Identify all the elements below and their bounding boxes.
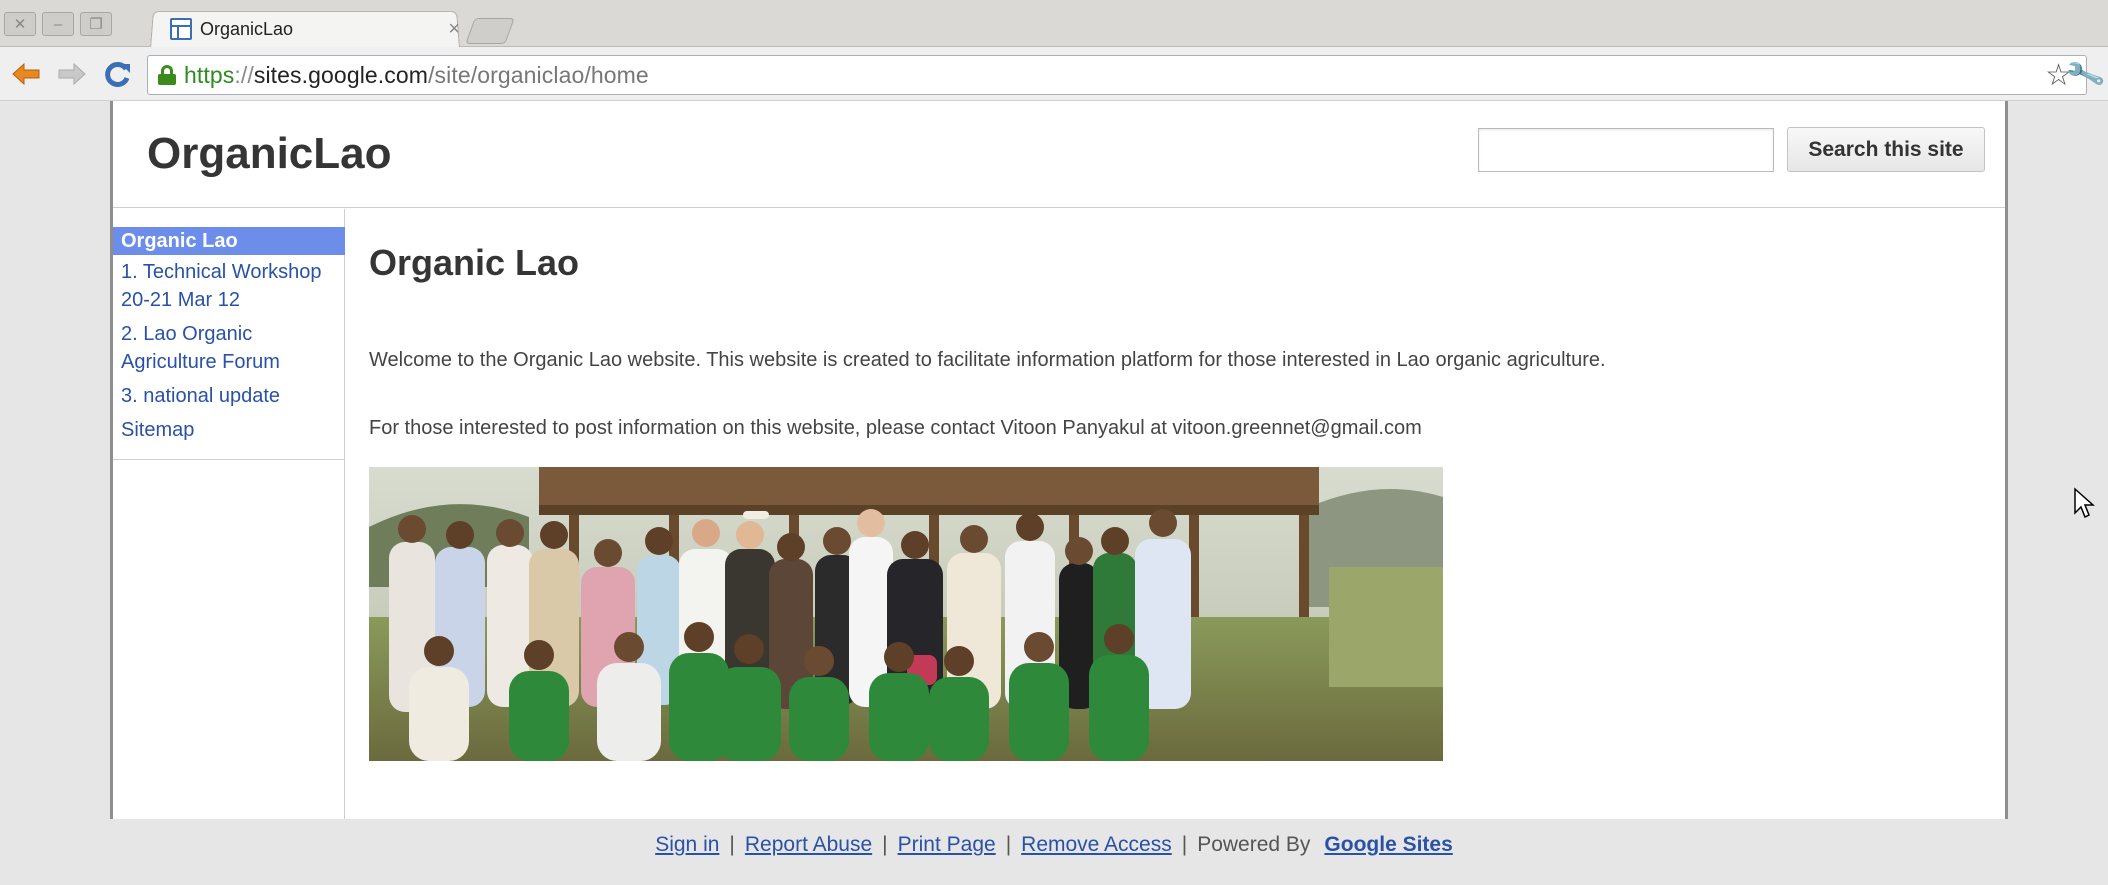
sidebar-nav: Organic Lao 1. Technical Workshop 20-21 … xyxy=(113,227,345,460)
browser-tab-content[interactable]: OrganicLao × xyxy=(170,13,460,45)
sidebar-item-national-update[interactable]: 3. national update xyxy=(113,379,345,413)
footer-separator: | xyxy=(729,833,735,856)
mouse-cursor-icon xyxy=(2073,487,2095,524)
tab-strip: ✕ – ❐ OrganicLao × xyxy=(0,0,2108,48)
footer-separator: | xyxy=(1005,833,1012,856)
sidebar-item-sitemap[interactable]: Sitemap xyxy=(113,413,345,447)
site-header: OrganicLao Search this site xyxy=(113,101,2005,208)
sites-favicon-icon xyxy=(170,18,192,40)
sidebar-item-lao-organic-forum[interactable]: 2. Lao Organic Agriculture Forum xyxy=(113,317,345,379)
reload-icon[interactable] xyxy=(100,57,136,91)
search-input[interactable] xyxy=(1478,128,1774,172)
group-photo xyxy=(369,467,1443,761)
sign-in-link[interactable]: Sign in xyxy=(655,833,719,857)
site-title[interactable]: OrganicLao xyxy=(147,129,392,179)
search-button[interactable]: Search this site xyxy=(1787,127,1985,172)
window-restore-icon[interactable]: ❐ xyxy=(80,12,112,36)
new-tab-button[interactable] xyxy=(465,18,515,44)
site-page: OrganicLao Search this site Organic Lao … xyxy=(110,101,2008,819)
footer-separator: | xyxy=(882,833,888,856)
window-close-icon[interactable]: ✕ xyxy=(4,12,36,36)
address-bar[interactable]: https://sites.google.com/site/organiclao… xyxy=(147,55,2087,95)
page-title: Organic Lao xyxy=(369,242,580,283)
sidebar-item-organic-lao[interactable]: Organic Lao xyxy=(113,227,345,255)
print-page-link[interactable]: Print Page xyxy=(898,833,996,857)
url-text: https://sites.google.com/site/organiclao… xyxy=(184,61,649,88)
footer-separator: | xyxy=(1181,833,1188,856)
window-minimize-icon[interactable]: – xyxy=(42,12,74,36)
report-abuse-link[interactable]: Report Abuse xyxy=(745,833,872,857)
contact-paragraph: For those interested to post information… xyxy=(369,417,1422,439)
powered-by-label: Powered By xyxy=(1197,833,1311,856)
back-icon[interactable] xyxy=(8,57,44,91)
google-sites-link[interactable]: Google Sites xyxy=(1324,833,1452,857)
tab-close-icon[interactable]: × xyxy=(448,18,460,41)
sidebar-item-technical-workshop[interactable]: 1. Technical Workshop 20-21 Mar 12 xyxy=(113,255,345,317)
sidebar: Organic Lao 1. Technical Workshop 20-21 … xyxy=(113,209,345,819)
site-footer: Sign in | Report Abuse | Print Page | Re… xyxy=(0,833,2108,857)
welcome-paragraph: Welcome to the Organic Lao website. This… xyxy=(369,349,1606,371)
forward-icon[interactable] xyxy=(54,57,90,91)
lock-icon xyxy=(158,65,176,85)
remove-access-link[interactable]: Remove Access xyxy=(1021,833,1172,857)
tab-title: OrganicLao xyxy=(200,18,294,39)
